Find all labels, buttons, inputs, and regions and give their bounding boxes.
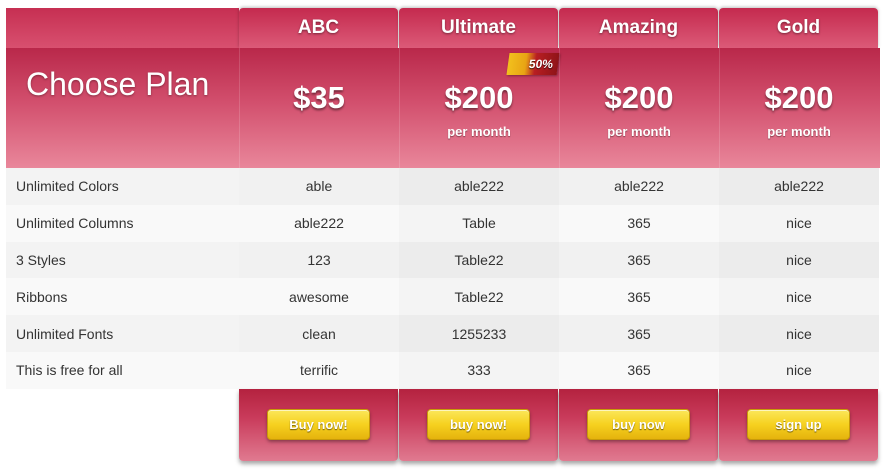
plan-period: per month [607,124,671,139]
plan-name-amazing: Amazing [559,8,718,48]
feature-value: 365 [559,278,719,316]
feature-label: Unlimited Fonts [6,315,239,352]
feature-value: nice [719,278,879,316]
feature-value: able [239,168,399,205]
feature-label: Unlimited Colors [6,168,239,205]
feature-value: 365 [559,204,719,242]
feature-value: 365 [559,241,719,279]
sign-up-button[interactable]: sign up [747,409,850,441]
feature-value: able222 [719,168,879,205]
feature-row: Ribbons awesome Table22 365 nice [6,278,880,316]
feature-value: 1255233 [399,315,559,352]
feature-label: This is free for all [6,351,239,389]
button-row: Buy now! buy now! buy now sign up [6,388,880,465]
pricing-table: ABC Ultimate Amazing Gold Choose Plan $3… [6,8,880,465]
plan-price: $200 [764,80,834,115]
plan-name-gold: Gold [719,8,878,48]
feature-value: nice [719,351,879,389]
feature-value: Table22 [399,241,559,279]
footer-cell-ultimate: buy now! [399,388,558,461]
plan-price: $35 [293,80,345,115]
feature-value: able222 [399,168,559,205]
feature-value: Table22 [399,278,559,316]
feature-row: 3 Styles 123 Table22 365 nice [6,241,880,279]
choose-plan-title: Choose Plan [26,66,210,102]
feature-row: Unlimited Columns able222 Table 365 nice [6,204,880,242]
feature-value: 333 [399,351,559,389]
feature-label: 3 Styles [6,241,239,279]
plan-name-abc: ABC [239,8,398,48]
feature-value: Table [399,204,559,242]
feature-row: Unlimited Colors able able222 able222 ab… [6,168,880,205]
header-corner [6,8,239,48]
price-cell-ultimate: 50% $200 per month [399,48,560,168]
price-row: Choose Plan $35 50% $200 per month $200 … [6,48,880,168]
price-cell-abc: $35 [239,48,398,168]
plan-header-row: ABC Ultimate Amazing Gold [6,8,880,48]
price-cell-gold: $200 per month [719,48,878,168]
buy-now-button[interactable]: Buy now! [267,409,370,441]
feature-value: clean [239,315,399,352]
footer-cell-abc: Buy now! [239,388,398,461]
buy-now-button[interactable]: buy now [587,409,690,441]
feature-value: 123 [239,241,399,279]
plan-period: per month [447,124,511,139]
plan-period: per month [767,124,831,139]
plan-price: $200 [604,80,674,115]
feature-label: Ribbons [6,278,239,316]
discount-ribbon: 50% [506,53,560,75]
feature-row: Unlimited Fonts clean 1255233 365 nice [6,315,880,352]
plan-name-ultimate: Ultimate [399,8,558,48]
feature-value: able222 [239,204,399,242]
feature-value: nice [719,241,879,279]
price-cell-amazing: $200 per month [559,48,718,168]
feature-value: able222 [559,168,719,205]
buy-now-button[interactable]: buy now! [427,409,530,441]
feature-value: nice [719,315,879,352]
feature-value: nice [719,204,879,242]
feature-value: terrific [239,351,399,389]
feature-row: This is free for all terrific 333 365 ni… [6,351,880,389]
feature-value: 365 [559,315,719,352]
feature-label: Unlimited Columns [6,204,239,242]
footer-cell-amazing: buy now [559,388,718,461]
feature-value: 365 [559,351,719,389]
plan-price: $200 [444,80,514,115]
feature-value: awesome [239,278,399,316]
footer-cell-gold: sign up [719,388,878,461]
